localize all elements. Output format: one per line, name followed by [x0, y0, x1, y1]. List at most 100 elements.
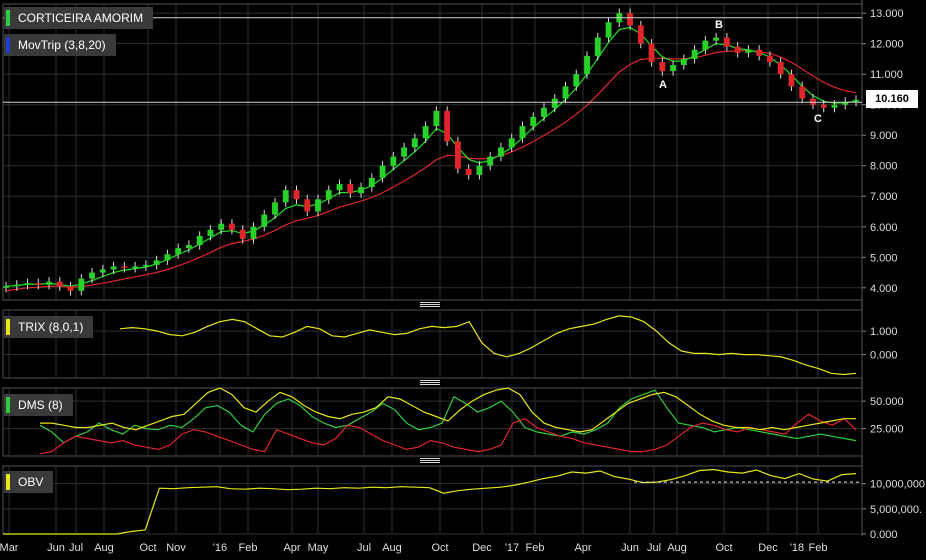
candle-body [573, 74, 580, 87]
candle-body [78, 278, 85, 291]
x-tick-label: Jul [69, 542, 83, 554]
panel-resize-handle-3[interactable] [420, 458, 440, 463]
y-tick-label: 13.000 [870, 8, 904, 20]
candle-body [175, 248, 182, 255]
candle-body [142, 264, 149, 267]
candle-body [121, 266, 128, 268]
candle-body [132, 266, 139, 268]
candle-body [810, 98, 816, 105]
candle-body [551, 98, 558, 108]
candle-body [594, 37, 601, 56]
candle-body [627, 13, 633, 26]
candle-body [713, 37, 720, 41]
y-tick-label: 25.000 [870, 424, 904, 436]
candle-body [46, 281, 52, 285]
series-line-ma-fast [5, 26, 857, 287]
price-swatch [6, 10, 10, 26]
x-tick-label: Jul [357, 542, 371, 554]
y-tick-label: 5.000 [870, 252, 898, 264]
candle-body [454, 141, 461, 169]
candle-body [723, 37, 730, 47]
x-tick-label: Feb [526, 542, 545, 554]
candle-body [433, 110, 440, 127]
technical-chart: Mar Jun Jul Aug Oct Nov '16 Feb Apr May Jul Aug Oct D… [0, 0, 925, 554]
x-tick-label: Aug [382, 542, 402, 554]
y-tick-label: 5,000,000. [870, 504, 922, 516]
candle-body [3, 286, 9, 288]
candle-body [250, 226, 257, 239]
candle-body [411, 138, 418, 148]
annotation-b: B [715, 19, 723, 31]
x-tick-label: Apr [283, 542, 300, 554]
candle-body [680, 58, 687, 66]
x-tick-label: Jul [647, 542, 661, 554]
x-tick-label: Feb [239, 542, 258, 554]
x-tick-label: Jun [621, 542, 639, 554]
candle-body [56, 281, 63, 287]
candle-body [35, 283, 42, 285]
annotation-a: A [659, 79, 667, 91]
candle-body [670, 65, 677, 72]
panel-border-0 [2, 3, 863, 301]
candle-body [304, 199, 311, 212]
x-tick-label: '18 [790, 542, 804, 554]
x-tick-label: Nov [166, 542, 186, 554]
candle-body [541, 107, 547, 117]
series-line-ma-slow [5, 50, 857, 292]
candle-body [347, 184, 354, 194]
movtrip-legend: MovTrip (3,8,20) [4, 34, 116, 56]
panel-resize-handle-1[interactable] [420, 302, 440, 307]
candle-body [422, 126, 429, 139]
candle-body [153, 260, 160, 265]
obv-legend-text: OBV [18, 475, 44, 489]
candle-body [272, 202, 278, 215]
x-tick-label: '17 [505, 542, 519, 554]
y-tick-label: 0.000 [870, 529, 898, 541]
candle-body [315, 199, 321, 212]
candle-body [734, 46, 741, 53]
y-tick-label: 6.000 [870, 222, 898, 234]
x-tick-label: Aug [667, 542, 687, 554]
candle-body [820, 104, 827, 108]
candle-body [637, 25, 644, 44]
dms-legend: DMS (8) [4, 394, 73, 416]
y-tick-label: 4.000 [870, 283, 898, 295]
x-tick-label: Jun [47, 542, 65, 554]
trix-legend-text: TRIX (8,0,1) [18, 320, 84, 334]
panel-resize-handle-2[interactable] [420, 380, 440, 385]
candle-body [67, 286, 74, 291]
candle-body [691, 49, 698, 59]
candle-body [562, 86, 569, 99]
annotation-c: C [814, 113, 822, 125]
movtrip-legend-text: MovTrip (3,8,20) [18, 38, 106, 52]
candle-body [745, 49, 752, 53]
candle-body [99, 269, 106, 273]
candle-body [767, 55, 773, 62]
candle-body [508, 138, 515, 148]
candle-body [13, 284, 20, 287]
candle-body [788, 74, 795, 87]
candle-body [853, 99, 859, 102]
dms-swatch [6, 397, 10, 413]
obv-swatch [6, 474, 10, 490]
candle-body [605, 22, 612, 38]
candle-body [282, 190, 289, 203]
candle-body [465, 168, 472, 175]
series-line-obv [3, 468, 857, 535]
candle-body [401, 147, 408, 157]
x-tick-label: May [308, 542, 329, 554]
candle-body [831, 104, 838, 108]
candle-body [207, 229, 214, 236]
panel-border-1 [2, 309, 863, 379]
series-line-trix [119, 315, 857, 376]
candle-body [336, 184, 343, 191]
trix-legend: TRIX (8,0,1) [4, 316, 94, 338]
candle-body [777, 61, 784, 75]
x-tick-label: Feb [809, 542, 828, 554]
candle-body [476, 165, 483, 175]
candle-body [89, 272, 95, 279]
candle-body [530, 116, 537, 127]
trix-swatch [6, 319, 10, 335]
candle-body [799, 86, 806, 99]
y-tick-label: 10,000,000 [870, 479, 925, 491]
